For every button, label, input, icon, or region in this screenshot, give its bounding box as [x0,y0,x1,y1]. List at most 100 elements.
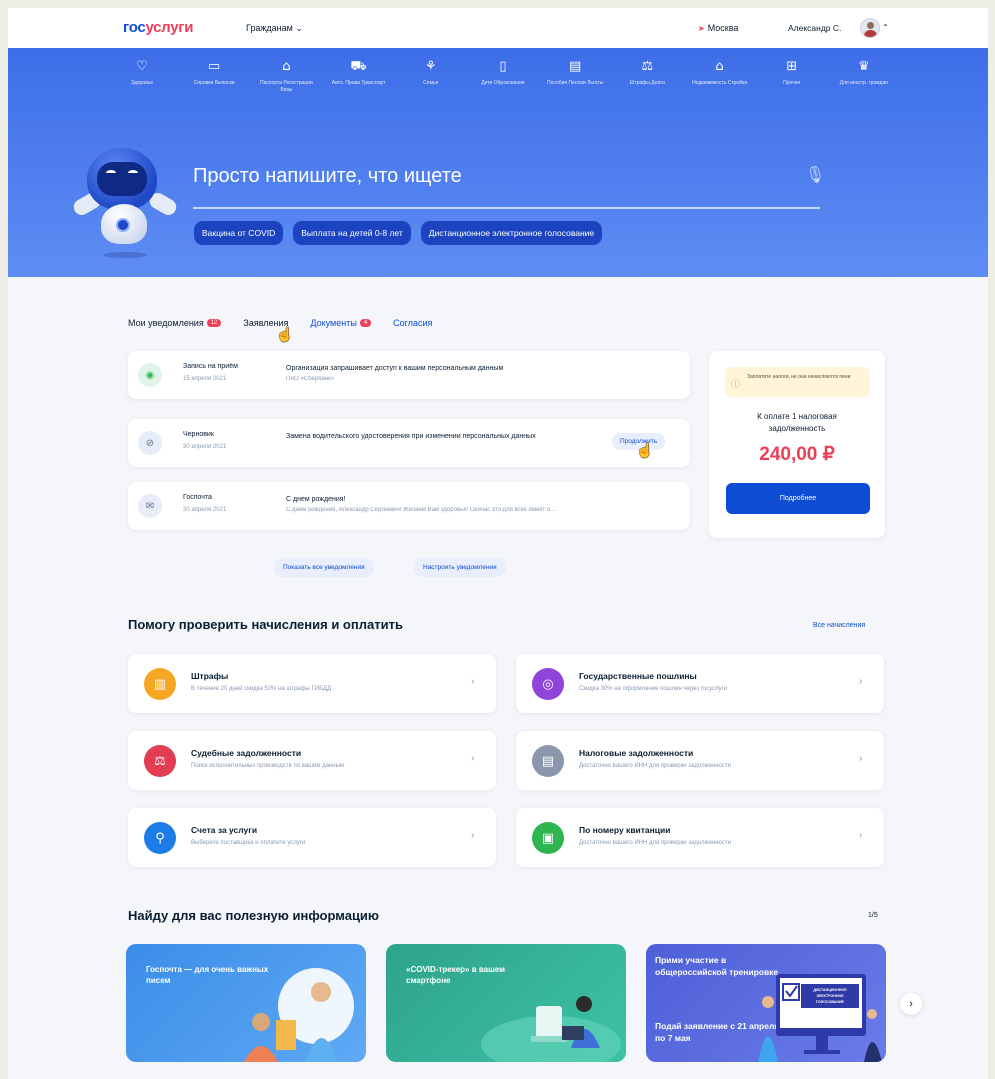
payment-state-duties[interactable]: ◎ Государственные пошлины Скидка 30% на … [516,654,884,713]
car-icon: ⛟ [350,59,367,74]
voting-screen-illustration: ДИСТАНЦИОННОЕ ЭЛЕКТРОННОЕ ГОЛОСОВАНИЕ [758,974,882,1062]
payment-title: Счета за услуги [191,825,258,835]
category-label: Авто. Права Транспорт [331,80,386,86]
category-label: Штрафы Долги [629,80,665,86]
notification-item[interactable]: ◉ Запись на приём 15 апреля 2021 Организ… [128,351,690,399]
hand-cursor-icon: ☝ [276,326,294,342]
tax-warning: Заплатите налоги, не они начисляются пен… [725,367,870,397]
info-title: Найду для вас полезную информацию [128,908,380,923]
category-label: Пособия Пенсии Льготы [547,80,604,86]
payment-tax-debts[interactable]: ▤ Налоговые задолженности Достаточно ваш… [516,731,884,790]
avatar[interactable] [860,18,880,38]
court-icon: ⚖ [144,745,176,777]
tab-label: Согласия [393,318,433,328]
notification-title: Замена водительского удостоверения при и… [286,433,536,440]
category-passports[interactable]: ⌂ Паспорта Регистрации Визы [257,58,315,118]
payments-title: Помогу проверить начисления и оплатить [128,617,403,632]
city-selector[interactable]: ➤ Москва [698,23,738,33]
heart-icon: ♡ [136,59,148,74]
payment-subtitle: Скидка 30% на оформление пошлин через го… [579,686,728,692]
info-card-gospochta[interactable]: Госпочта — для очень важных писем [126,944,366,1062]
configure-notifications-button[interactable]: Настроить уведомления [414,558,506,577]
category-label: Паспорта Регистрации Визы [259,80,313,93]
count-badge: 12 [206,319,222,327]
chevron-up-icon[interactable]: ⌃ [882,23,889,32]
category-auto[interactable]: ⛟ Авто. Права Транспорт [330,58,388,118]
payment-subtitle: Выберите поставщика и оплатите услуги [191,840,306,846]
category-label: Здоровье [130,80,154,86]
notification-item[interactable]: ⊘ Черновик 30 апреля 2021 Замена водител… [128,419,690,467]
carousel-pager: 1/5 [868,912,878,919]
category-label: Для иностр. граждан [839,80,889,86]
count-badge: 4 [359,319,372,327]
screen-title-line-2: ЭЛЕКТРОННОЕ [816,994,844,998]
document-icon: ▤ [568,59,582,74]
notification-category: Черновик [183,431,214,438]
hero-banner: ♡ Здоровье ▭ Справки Выписки ⌂ Паспорта Рег… [8,48,988,277]
appointment-icon: ◉ [138,363,162,387]
user-name[interactable]: Александр С. [788,23,841,33]
tab-consents[interactable]: Согласия [393,318,432,328]
payment-subtitle: В течение 20 дней скидка 50% на штрафы Г… [191,686,332,692]
tax-debt-card: Заплатите налоги, не они начисляются пен… [709,351,885,538]
audience-dropdown[interactable]: Гражданам ⌄ [246,23,303,34]
notification-date: 15 апреля 2021 [183,376,227,382]
chevron-right-icon: › [471,830,475,841]
notification-title: С днем рождения! [286,496,346,503]
microphone-icon[interactable]: 🎙︎ [805,165,825,185]
category-label: Прочее [783,80,801,86]
category-other[interactable]: ⊞ Прочее [763,58,821,118]
info-icon: ⓘ [731,379,741,389]
category-label: Семья [423,80,439,86]
tab-label: Документы [310,318,357,328]
faucet-icon: ⚲ [144,822,176,854]
payment-court-debts[interactable]: ⚖ Судебные задолженности Поиск исполните… [128,731,496,790]
folder-icon: ▭ [208,59,221,74]
category-health[interactable]: ♡ Здоровье [113,58,171,118]
category-label: Недвижимость Стройка [691,80,748,86]
draft-icon: ⊘ [138,431,162,455]
logo-part-gos: гос [123,19,146,36]
payment-fines[interactable]: ▥ Штрафы В течение 20 дней скидка 50% на… [128,654,496,713]
suggestion-chip[interactable]: Вакцина от COVID [193,220,285,246]
category-foreigners[interactable]: ♛ Для иностр. граждан [835,58,893,118]
category-certificates[interactable]: ▭ Справки Выписки [185,58,243,118]
category-education[interactable]: ▯ Дети Образование [474,58,532,118]
category-realty[interactable]: ⌂ Недвижимость Стройка [691,58,749,118]
notification-item[interactable]: ✉ Госпочта 30 апреля 2021 С днем рождени… [128,482,690,530]
book-icon: ▯ [499,59,507,74]
suggestion-chip[interactable]: Выплата на детей 0-8 лет [292,220,412,246]
tab-documents[interactable]: Документы 4 [310,318,372,328]
duties-icon: ◎ [532,668,564,700]
category-nav: ♡ Здоровье ▭ Справки Выписки ⌂ Паспорта Рег… [113,58,893,118]
search-input[interactable]: Просто напишите, что ищете [193,165,462,188]
suggestion-chip[interactable]: Дистанционное электронное голосование [419,220,604,246]
tab-notifications[interactable]: Мои уведомления 12 [128,318,222,328]
person-laptop-illustration [481,996,621,1062]
info-card-covid-tracker[interactable]: «COVID-трекер» в вашем смартфоне [386,944,626,1062]
payment-by-receipt[interactable]: ▣ По номеру квитанции Достаточно вашего … [516,808,884,867]
notification-subtitle: ПАО «Сбербанк» [286,376,335,382]
payment-utility-bills[interactable]: ⚲ Счета за услуги Выберите поставщика и … [128,808,496,867]
logo-part-uslugi: услуги [145,19,194,36]
show-all-notifications-button[interactable]: Показать все уведомления [274,558,374,577]
tax-amount: 240,00 ₽ [759,444,835,465]
details-button[interactable]: Подробнее [726,483,870,514]
chevron-right-icon: › [471,753,475,764]
gosuslugi-logo[interactable]: госуслуги [123,19,193,36]
category-fines[interactable]: ⚖ Штрафы Долги [618,58,676,118]
payment-title: Государственные пошлины [579,671,697,681]
all-charges-link[interactable]: Все начисления [813,622,865,629]
carousel-next-button[interactable]: › [900,993,922,1015]
payment-title: Налоговые задолженности [579,748,694,758]
category-benefits[interactable]: ▤ Пособия Пенсии Льготы [546,58,604,118]
notification-subtitle: С днем рождения, Александр Сергеевич! Же… [286,507,556,513]
chevron-right-icon: › [859,676,863,687]
info-card-evoting[interactable]: Прими участие в общероссийской тренировк… [646,944,886,1062]
home-icon: ⌂ [282,59,291,74]
fines-icon: ▥ [144,668,176,700]
hand-cursor-icon: ☝ [636,442,654,458]
category-family[interactable]: ⚘ Семья [402,58,460,118]
payment-subtitle: Поиск исполнительных производств по ваши… [191,763,345,769]
payment-title: По номеру квитанции [579,825,671,835]
